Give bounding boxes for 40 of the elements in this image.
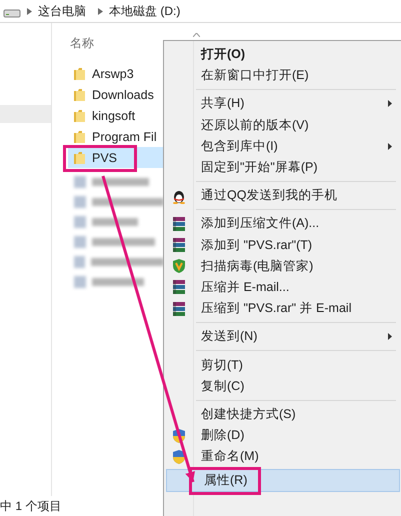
column-header[interactable]: 名称 xyxy=(68,34,94,52)
menu-item[interactable]: 发送到(N) xyxy=(164,326,401,348)
menu-item[interactable]: 复制(C) xyxy=(164,376,401,397)
book-stack-icon xyxy=(171,216,187,232)
folder-icon xyxy=(73,150,87,164)
menu-item[interactable]: 扫描病毒(电脑管家) xyxy=(164,256,401,277)
menu-item[interactable]: 重命名(M) xyxy=(164,446,401,468)
book-stack-icon xyxy=(171,237,187,254)
submenu-arrow-icon xyxy=(388,100,392,108)
menu-item[interactable]: 剪切(T) xyxy=(164,354,401,376)
folder-icon xyxy=(73,130,87,144)
status-text: 中 1 个项目 xyxy=(0,498,62,514)
shield-icon xyxy=(171,258,187,274)
menu-item[interactable]: 删除(D) xyxy=(164,425,401,446)
folder-icon xyxy=(73,66,87,80)
folder-icon xyxy=(73,108,87,122)
drive-icon xyxy=(3,8,21,18)
menu-item[interactable]: 属性(R) xyxy=(166,469,400,492)
breadcrumb-item[interactable]: 本地磁盘 (D:) xyxy=(109,2,180,20)
menu-item[interactable]: 添加到 "PVS.rar"(T) xyxy=(164,234,401,256)
shield-icon xyxy=(171,448,187,465)
shield-icon xyxy=(171,428,187,444)
breadcrumb-item[interactable]: 这台电脑 xyxy=(38,2,86,20)
submenu-arrow-icon xyxy=(388,333,392,340)
menu-item[interactable]: 压缩到 "PVS.rar" 并 E-mail xyxy=(164,298,401,320)
sort-caret-icon xyxy=(193,33,200,37)
chevron-icon xyxy=(98,8,103,14)
book-stack-icon xyxy=(171,279,187,296)
menu-item[interactable]: 创建快捷方式(S) xyxy=(164,404,401,425)
nav-selection-bar[interactable] xyxy=(0,105,51,123)
address-bar[interactable]: 这台电脑 本地磁盘 (D:) xyxy=(0,0,401,23)
chevron-icon xyxy=(27,8,32,14)
folder-icon xyxy=(73,88,87,102)
book-stack-icon xyxy=(171,300,187,317)
highlight-frame xyxy=(189,467,261,496)
menu-item[interactable]: 添加到压缩文件(A)... xyxy=(164,213,401,234)
menu-item[interactable]: 通过QQ发送到我的手机 xyxy=(164,185,401,206)
submenu-arrow-icon xyxy=(388,142,392,150)
menu-item[interactable]: 压缩并 E-mail... xyxy=(164,276,401,298)
menu-item[interactable]: 打开(O) xyxy=(164,44,401,66)
